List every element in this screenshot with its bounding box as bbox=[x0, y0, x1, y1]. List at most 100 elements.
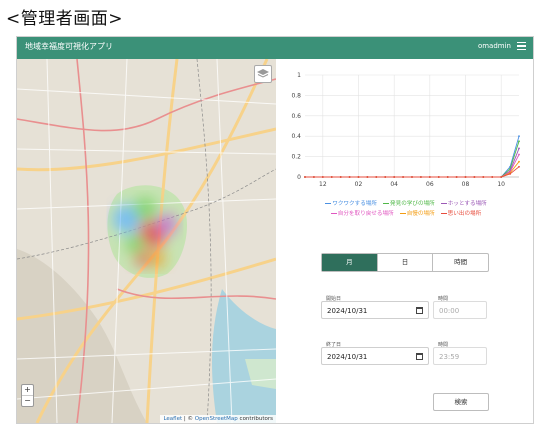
app-header: 地域幸福度可視化アプリ omadmin bbox=[17, 37, 533, 59]
x-tick-label: 12 bbox=[319, 181, 327, 188]
series-line bbox=[305, 154, 520, 178]
x-tick-label: 06 bbox=[426, 181, 434, 188]
legend-label: ワクワクする場所 bbox=[332, 201, 377, 207]
calendar-icon[interactable] bbox=[416, 307, 423, 314]
legend-row: 自分を取り戻せる場所 自慢の場所 思い出の場所 bbox=[283, 209, 529, 217]
data-point bbox=[437, 176, 440, 178]
map-attribution: Leaflet | © OpenStreetMap contributors bbox=[160, 415, 276, 423]
zoom-in-button[interactable]: + bbox=[22, 385, 33, 395]
data-point bbox=[366, 176, 369, 178]
data-point bbox=[509, 173, 511, 175]
y-tick-label: 0.2 bbox=[291, 154, 301, 161]
calendar-icon[interactable] bbox=[416, 353, 423, 360]
zoom-out-button[interactable]: − bbox=[22, 395, 33, 406]
y-tick-label: 0.8 bbox=[291, 92, 301, 99]
legend-item[interactable]: 発見の学びの場所 bbox=[383, 199, 435, 207]
legend-item[interactable]: 自分を取り戻せる場所 bbox=[330, 209, 394, 217]
y-tick-label: 1 bbox=[297, 72, 301, 79]
data-point bbox=[304, 176, 306, 178]
user-name[interactable]: omadmin bbox=[478, 42, 511, 50]
data-point bbox=[384, 176, 387, 178]
legend-label: 自分を取り戻せる場所 bbox=[337, 211, 394, 217]
legend-row: ワクワクする場所 発見の学びの場所 ホッとする場所 bbox=[283, 199, 529, 207]
series-line bbox=[305, 148, 520, 178]
data-point bbox=[482, 176, 485, 178]
data-point bbox=[518, 140, 520, 143]
x-tick-label: 02 bbox=[355, 181, 363, 188]
data-point bbox=[411, 176, 413, 178]
end-date-value: 2024/10/31 bbox=[327, 353, 368, 361]
app-window: 地域幸福度可視化アプリ omadmin + − Leaflet | © Open… bbox=[16, 36, 534, 424]
legend-swatch bbox=[325, 202, 332, 205]
legend-item[interactable]: 自慢の場所 bbox=[399, 209, 435, 217]
data-point bbox=[313, 176, 315, 178]
y-tick-label: 0.4 bbox=[291, 133, 301, 140]
app-title: 地域幸福度可視化アプリ bbox=[25, 42, 113, 51]
data-point bbox=[446, 176, 449, 178]
leaflet-link[interactable]: Leaflet bbox=[163, 416, 182, 422]
map-tiles bbox=[17, 59, 276, 423]
data-point bbox=[428, 176, 431, 178]
start-date-input[interactable]: 2024/10/31 bbox=[321, 301, 429, 319]
period-tabs: 月 日 時間 bbox=[321, 253, 489, 272]
search-button[interactable]: 検索 bbox=[433, 393, 489, 411]
data-point bbox=[518, 160, 520, 163]
x-tick-label: 08 bbox=[462, 181, 470, 188]
legend-item[interactable]: ホッとする場所 bbox=[440, 199, 487, 207]
tab-month[interactable]: 月 bbox=[322, 254, 377, 271]
page-heading: <管理者画面> bbox=[6, 9, 123, 29]
start-time-input[interactable]: 00:00 bbox=[433, 301, 487, 319]
legend-swatch bbox=[440, 202, 447, 205]
osm-link[interactable]: OpenStreetMap bbox=[195, 416, 238, 422]
happiness-chart: 0 0.2 0.4 0.6 0.8 1 12 02 04 06 08 10 ワクワクする場所 発見の学び… bbox=[283, 67, 529, 227]
data-point bbox=[348, 176, 351, 178]
data-point bbox=[518, 135, 520, 138]
data-point bbox=[330, 176, 333, 178]
y-tick-label: 0.6 bbox=[291, 113, 301, 120]
series-line bbox=[305, 161, 520, 178]
data-point bbox=[375, 176, 378, 178]
data-point bbox=[518, 165, 520, 168]
line-chart: 0 0.2 0.4 0.6 0.8 1 12 02 04 06 08 10 bbox=[291, 72, 520, 188]
map-view[interactable]: + − Leaflet | © OpenStreetMap contributo… bbox=[17, 59, 276, 423]
data-point bbox=[500, 176, 503, 178]
legend-label: 発見の学びの場所 bbox=[390, 201, 435, 207]
data-point bbox=[339, 176, 342, 178]
zoom-control: + − bbox=[21, 384, 34, 407]
tab-day[interactable]: 日 bbox=[376, 254, 433, 271]
end-time-input[interactable]: 23:59 bbox=[433, 347, 487, 365]
end-date-input[interactable]: 2024/10/31 bbox=[321, 347, 429, 365]
start-date-value: 2024/10/31 bbox=[327, 307, 368, 315]
legend-swatch bbox=[399, 212, 406, 215]
attribution-suffix: contributors bbox=[237, 416, 273, 422]
data-point bbox=[393, 176, 396, 178]
series-line bbox=[305, 141, 520, 178]
legend-label: 思い出の場所 bbox=[447, 211, 482, 217]
hamburger-menu-icon[interactable] bbox=[517, 42, 526, 51]
data-point bbox=[491, 176, 494, 178]
legend-swatch bbox=[440, 212, 447, 215]
legend-item[interactable]: 思い出の場所 bbox=[440, 209, 482, 217]
legend-label: 自慢の場所 bbox=[406, 211, 435, 217]
data-point bbox=[321, 176, 324, 178]
x-tick-label: 04 bbox=[390, 181, 398, 188]
data-point bbox=[518, 153, 520, 156]
legend-item[interactable]: ワクワクする場所 bbox=[325, 199, 377, 207]
legend-swatch bbox=[383, 202, 389, 205]
data-point bbox=[518, 147, 520, 150]
data-point bbox=[420, 176, 422, 178]
x-tick-label: 10 bbox=[497, 181, 505, 188]
data-point bbox=[473, 176, 476, 178]
legend-label: ホッとする場所 bbox=[447, 201, 487, 207]
layers-icon[interactable] bbox=[254, 65, 272, 83]
data-point bbox=[357, 176, 360, 178]
data-point bbox=[402, 176, 404, 178]
attribution-separator: | © bbox=[182, 416, 195, 422]
chart-legend: ワクワクする場所 発見の学びの場所 ホッとする場所自分を取り戻せる場所 自慢の場所 思い… bbox=[283, 197, 529, 217]
series-line bbox=[305, 166, 520, 178]
data-point bbox=[455, 176, 458, 178]
data-point bbox=[464, 176, 467, 178]
y-tick-label: 0 bbox=[297, 174, 301, 181]
legend-swatch bbox=[330, 212, 337, 215]
tab-hour[interactable]: 時間 bbox=[432, 254, 488, 271]
